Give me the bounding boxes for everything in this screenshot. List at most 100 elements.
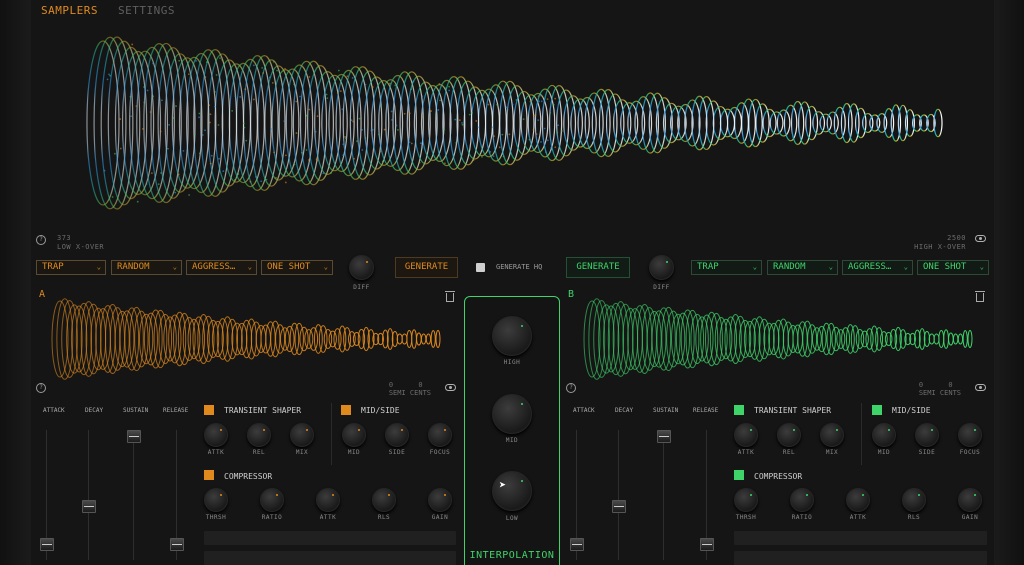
midside-focus-b-knob[interactable] bbox=[958, 423, 982, 447]
diff-knob-a[interactable] bbox=[349, 255, 374, 280]
plugin-window: SAMPLERS SETTINGS ? 373 LOW X-OVER 2500 … bbox=[31, 0, 994, 565]
spectrum-ring bbox=[564, 96, 582, 150]
spectrum-ring bbox=[108, 41, 139, 205]
spectrum-dot bbox=[146, 183, 148, 185]
eye-icon[interactable] bbox=[975, 235, 986, 242]
spectrum-dot bbox=[459, 119, 461, 121]
help-icon[interactable]: ? bbox=[566, 383, 576, 393]
spectrum-dot bbox=[178, 174, 180, 176]
transient-shaper-toggle-b[interactable] bbox=[734, 405, 744, 415]
sustain-fader[interactable] bbox=[127, 430, 141, 443]
mode-select-a[interactable]: RANDOM ⌄ bbox=[111, 260, 182, 275]
interpolation-low-knob[interactable] bbox=[492, 471, 532, 511]
generate-hq-checkbox[interactable] bbox=[476, 263, 485, 272]
midside-side-b-knob[interactable] bbox=[915, 423, 939, 447]
compressor-toggle-b[interactable] bbox=[734, 470, 744, 480]
tab-settings[interactable]: SETTINGS bbox=[118, 4, 175, 20]
sampler-b-visualizer bbox=[578, 298, 978, 380]
spectrum-dot bbox=[253, 64, 255, 66]
midside-focus-a-knob[interactable] bbox=[428, 423, 452, 447]
spectrum-dot bbox=[147, 90, 149, 92]
mode-select-a-value: RANDOM bbox=[117, 262, 150, 272]
generate-button-b[interactable]: GENERATE bbox=[566, 257, 630, 278]
spectrum-dot bbox=[455, 142, 457, 144]
sustain-fader[interactable] bbox=[657, 430, 671, 443]
spectrum-dot bbox=[411, 143, 413, 145]
spectrum-dot bbox=[284, 68, 286, 70]
style-select-b[interactable]: AGGRESS… ⌄ bbox=[842, 260, 913, 275]
pitch-readout-b[interactable]: 0 0 SEMI CENTS bbox=[911, 381, 961, 397]
compressor-gain-b-knob[interactable] bbox=[958, 488, 982, 512]
midside-mid-b-label: MID bbox=[864, 449, 904, 456]
mid-side-toggle-a[interactable] bbox=[341, 405, 351, 415]
style-select-a[interactable]: AGGRESS… ⌄ bbox=[186, 260, 257, 275]
spectrum-dot bbox=[409, 141, 411, 143]
spectrum-dot bbox=[199, 153, 201, 155]
midside-mid-a-knob[interactable] bbox=[342, 423, 366, 447]
compressor-rls-a-knob[interactable] bbox=[372, 488, 396, 512]
spectrum-dot bbox=[347, 75, 349, 77]
spectrum-dot bbox=[270, 128, 272, 130]
diff-knob-b[interactable] bbox=[649, 255, 674, 280]
fader-track bbox=[133, 430, 134, 560]
spectrum-ring bbox=[87, 41, 119, 205]
spectrum-dot bbox=[430, 110, 432, 112]
tab-samplers[interactable]: SAMPLERS bbox=[41, 4, 98, 20]
compressor-toggle-a[interactable] bbox=[204, 470, 214, 480]
transient-mix-b-knob[interactable] bbox=[820, 423, 844, 447]
spectrum-dot bbox=[419, 162, 421, 164]
eye-icon[interactable] bbox=[975, 384, 986, 391]
interpolation-high-label: HIGH bbox=[492, 359, 532, 366]
spectrum-dot bbox=[389, 83, 391, 85]
fader-track bbox=[88, 430, 89, 560]
interpolation-high-knob[interactable] bbox=[492, 316, 532, 356]
release-fader[interactable] bbox=[700, 538, 714, 551]
generate-button-a[interactable]: GENERATE bbox=[395, 257, 458, 278]
compressor-ratio-b-knob[interactable] bbox=[790, 488, 814, 512]
spectrum-dot bbox=[174, 192, 176, 194]
compressor-attk-b-knob[interactable] bbox=[846, 488, 870, 512]
compressor-gain-a-knob[interactable] bbox=[428, 488, 452, 512]
mid-side-title-b: MID/SIDE bbox=[892, 406, 931, 415]
decay-fader[interactable] bbox=[612, 500, 626, 513]
compressor-thrsh-b-knob[interactable] bbox=[734, 488, 758, 512]
compressor-attk-a-knob[interactable] bbox=[316, 488, 340, 512]
high-xover-readout[interactable]: 2500 HIGH X-OVER bbox=[914, 234, 966, 252]
decay-fader[interactable] bbox=[82, 500, 96, 513]
transient-attk-b-knob[interactable] bbox=[734, 423, 758, 447]
trash-icon[interactable] bbox=[446, 293, 454, 302]
transient-rel-b-knob[interactable] bbox=[777, 423, 801, 447]
help-icon[interactable]: ? bbox=[36, 235, 46, 245]
transient-attk-a-knob[interactable] bbox=[204, 423, 228, 447]
spectrum-dot bbox=[489, 151, 491, 153]
spectrum-dot bbox=[516, 99, 518, 101]
midside-side-a-knob[interactable] bbox=[385, 423, 409, 447]
mid-side-toggle-b[interactable] bbox=[872, 405, 882, 415]
type-select-b-value: ONE SHOT bbox=[923, 262, 966, 272]
transient-mix-a-knob[interactable] bbox=[290, 423, 314, 447]
compressor-rls-b-knob[interactable] bbox=[902, 488, 926, 512]
genre-select-a[interactable]: TRAP ⌄ bbox=[36, 260, 106, 275]
transient-rel-a-knob[interactable] bbox=[247, 423, 271, 447]
spectrum-ring bbox=[849, 104, 859, 142]
spectrum-dot bbox=[244, 127, 246, 129]
spectrum-ring bbox=[785, 105, 797, 141]
spectrum-dot bbox=[445, 87, 447, 89]
help-icon[interactable]: ? bbox=[36, 383, 46, 393]
interpolation-mid-knob[interactable] bbox=[492, 394, 532, 434]
type-select-a[interactable]: ONE SHOT ⌄ bbox=[261, 260, 333, 275]
eye-icon[interactable] bbox=[445, 384, 456, 391]
compressor-ratio-a-knob[interactable] bbox=[260, 488, 284, 512]
midside-mid-b-knob[interactable] bbox=[872, 423, 896, 447]
genre-select-b[interactable]: TRAP ⌄ bbox=[691, 260, 762, 275]
spectrum-dot bbox=[550, 147, 552, 149]
pitch-readout-a[interactable]: 0 0 SEMI CENTS bbox=[381, 381, 431, 397]
transient-shaper-toggle-a[interactable] bbox=[204, 405, 214, 415]
release-fader[interactable] bbox=[170, 538, 184, 551]
low-xover-readout[interactable]: 373 LOW X-OVER bbox=[57, 234, 104, 252]
type-select-b[interactable]: ONE SHOT ⌄ bbox=[917, 260, 989, 275]
attack-fader[interactable] bbox=[570, 538, 584, 551]
mode-select-b[interactable]: RANDOM ⌄ bbox=[767, 260, 838, 275]
attack-fader[interactable] bbox=[40, 538, 54, 551]
compressor-thrsh-a-knob[interactable] bbox=[204, 488, 228, 512]
